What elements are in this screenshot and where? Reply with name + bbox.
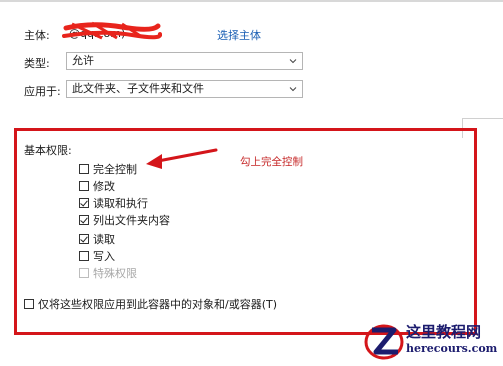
applies-to-select[interactable]: 此文件夹、子文件夹和文件 <box>66 80 303 98</box>
perm-label: 完全控制 <box>93 163 137 176</box>
chevron-down-icon <box>289 59 297 64</box>
red-arrow-icon <box>146 148 218 169</box>
perm-checkbox[interactable] <box>79 164 89 174</box>
perm-label: 读取和执行 <box>93 197 148 210</box>
perm-checkbox <box>79 268 89 278</box>
applies-to-select-value: 此文件夹、子文件夹和文件 <box>72 82 204 95</box>
perm-list-folder[interactable]: 列出文件夹内容 <box>79 213 170 227</box>
watermark-url: herecours.com <box>406 342 498 355</box>
window-top-border <box>0 0 503 2</box>
type-select[interactable]: 允许 <box>66 52 303 70</box>
watermark-title: 这里教程网 <box>406 323 482 341</box>
section-divider <box>462 118 503 119</box>
perm-checkbox[interactable] <box>79 198 89 208</box>
type-label: 类型: <box>24 57 50 70</box>
select-principal-link[interactable]: 选择主体 <box>217 27 261 43</box>
annotation-text: 勾上完全控制 <box>240 156 303 168</box>
perm-checkbox[interactable] <box>79 251 89 261</box>
type-select-value: 允许 <box>72 54 94 67</box>
principal-label: 主体: <box>24 29 50 42</box>
perm-write[interactable]: 写入 <box>79 249 115 263</box>
perm-label: 特殊权限 <box>93 267 137 280</box>
perm-special: 特殊权限 <box>79 266 137 280</box>
principal-value: @qq.com) <box>69 27 126 40</box>
perm-label: 列出文件夹内容 <box>93 214 170 227</box>
perm-label: 修改 <box>93 180 115 193</box>
perm-modify[interactable]: 修改 <box>79 179 115 193</box>
perm-read-execute[interactable]: 读取和执行 <box>79 196 148 210</box>
chevron-down-icon <box>289 87 297 92</box>
apply-only-checkbox[interactable] <box>24 299 34 309</box>
perm-checkbox[interactable] <box>79 181 89 191</box>
perm-checkbox[interactable] <box>79 234 89 244</box>
perm-read[interactable]: 读取 <box>79 232 115 246</box>
perm-checkbox[interactable] <box>79 215 89 225</box>
apply-only-container-row[interactable]: 仅将这些权限应用到此容器中的对象和/或容器(T) <box>24 296 277 312</box>
applies-to-label: 应用于: <box>24 85 61 98</box>
basic-permissions-title: 基本权限: <box>24 144 72 157</box>
perm-full-control[interactable]: 完全控制 <box>79 162 137 176</box>
perm-label: 写入 <box>93 250 115 263</box>
apply-only-label: 仅将这些权限应用到此容器中的对象和/或容器(T) <box>38 298 278 311</box>
perm-label: 读取 <box>93 233 115 246</box>
